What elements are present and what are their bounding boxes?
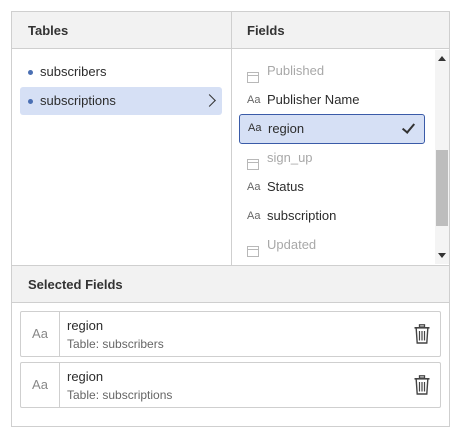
selected-field-table: Table: subscriptions	[67, 388, 173, 402]
tables-header: Tables	[12, 12, 231, 49]
field-item-publisher-name[interactable]: Aa Publisher Name	[239, 86, 425, 114]
table-item-subscribers[interactable]: subscribers	[20, 58, 222, 86]
calendar-icon	[247, 231, 265, 259]
trash-icon[interactable]	[414, 375, 430, 395]
selected-field-card: Aa region Table: subscriptions	[20, 362, 441, 408]
text-type-icon: Aa	[247, 181, 261, 193]
bullet-icon	[28, 99, 33, 104]
fields-scrollbar[interactable]	[435, 50, 449, 264]
field-item-published[interactable]: Published	[239, 57, 425, 85]
selected-field-name: region	[67, 318, 104, 333]
fields-header: Fields	[231, 12, 449, 49]
table-item-label: subscriptions	[40, 93, 116, 108]
field-item-status[interactable]: Aa Status	[239, 173, 425, 201]
text-type-icon: Aa	[247, 210, 261, 222]
table-item-subscriptions[interactable]: subscriptions	[20, 87, 222, 115]
checkmark-icon	[401, 120, 416, 134]
text-type-icon: Aa	[21, 363, 60, 407]
field-item-updated[interactable]: Updated	[239, 231, 425, 259]
text-type-icon: Aa	[248, 122, 262, 134]
selected-field-card: Aa region Table: subscribers	[20, 311, 441, 357]
chevron-right-icon	[203, 94, 216, 107]
field-item-label: sign_up	[267, 150, 313, 165]
field-item-label: Status	[267, 179, 304, 194]
selected-fields-header: Selected Fields	[12, 266, 449, 303]
field-item-label: region	[268, 121, 305, 136]
scroll-up-arrow-icon[interactable]	[438, 56, 446, 61]
selected-field-name: region	[67, 369, 104, 384]
text-type-icon: Aa	[21, 312, 60, 356]
text-type-icon: Aa	[247, 94, 261, 106]
field-item-label: Updated	[267, 237, 317, 252]
calendar-icon	[247, 144, 265, 172]
field-item-label: Publisher Name	[267, 92, 360, 107]
bullet-icon	[28, 70, 33, 75]
calendar-icon	[247, 57, 265, 85]
field-item-region[interactable]: Aa region	[239, 114, 425, 144]
selected-field-table: Table: subscribers	[67, 337, 164, 351]
field-item-label: Published	[267, 63, 325, 78]
field-item-subscription[interactable]: Aa subscription	[239, 202, 425, 230]
field-item-sign-up[interactable]: sign_up	[239, 144, 425, 172]
field-item-label: subscription	[267, 208, 337, 223]
trash-icon[interactable]	[414, 324, 430, 344]
field-picker-panel: Tables Fields subscribers subscriptions …	[11, 11, 450, 427]
scrollbar-thumb[interactable]	[436, 150, 448, 226]
fields-list: Published Aa Publisher Name Aa region si…	[231, 49, 435, 265]
table-item-label: subscribers	[40, 64, 107, 79]
scroll-down-arrow-icon[interactable]	[438, 253, 446, 258]
